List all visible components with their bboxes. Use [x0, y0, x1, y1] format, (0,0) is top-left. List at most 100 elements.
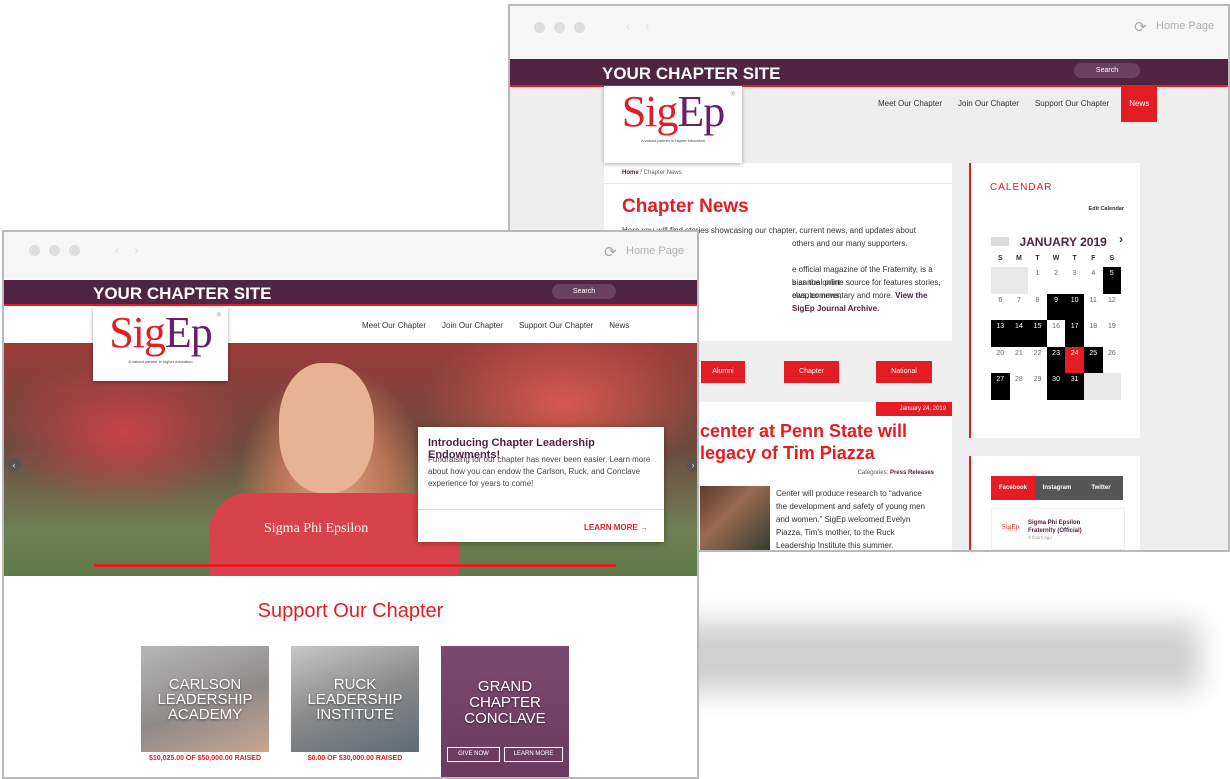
back-forward-icon[interactable]: ‹ ›	[115, 243, 144, 257]
calendar-day[interactable]: 30	[1046, 373, 1066, 400]
calendar-day[interactable]: 8	[1028, 294, 1047, 321]
calendar-day[interactable]: 1	[1028, 267, 1047, 294]
calendar-day[interactable]: 29	[1028, 373, 1047, 400]
close-dot[interactable]	[534, 22, 545, 33]
calendar-day[interactable]: 22	[1028, 347, 1047, 374]
nav-meet[interactable]: Meet Our Chapter	[878, 99, 942, 108]
carousel-prev-icon[interactable]: ‹	[7, 458, 21, 472]
nav-news[interactable]: News	[609, 321, 629, 330]
calendar-day[interactable]: 20	[991, 347, 1010, 374]
search-input[interactable]: Search	[552, 284, 616, 299]
reload-icon[interactable]: ⟳	[604, 243, 617, 261]
minimize-dot[interactable]	[49, 245, 60, 256]
article-body: Center will produce research to “advance…	[776, 487, 925, 550]
post-avatar: SigEp	[1002, 523, 1019, 531]
site-header-bar: YOUR CHAPTER SITE Search	[4, 280, 697, 306]
article-photo[interactable]	[700, 486, 770, 550]
tab-instagram[interactable]: Instagram	[1035, 476, 1079, 500]
article-body-line: Leadership Institute this summer.	[776, 541, 894, 550]
calendar-day[interactable]: 18	[1084, 320, 1103, 347]
calendar-day[interactable]: 15	[1028, 320, 1047, 347]
calendar-day[interactable]: 10	[1065, 293, 1084, 320]
tile-title: RUCK	[333, 676, 377, 693]
nav-support[interactable]: Support Our Chapter	[519, 321, 593, 330]
sigep-logo[interactable]: SigEp A valued partner in higher educati…	[604, 86, 742, 163]
close-dot[interactable]	[29, 245, 40, 256]
calendar-title: CALENDAR	[990, 182, 1053, 193]
tile-carlson[interactable]: CARLSON LEADERSHIP ACADEMY	[141, 646, 269, 752]
category-link[interactable]: Press Releases	[890, 470, 934, 476]
tab-facebook[interactable]: Facebook	[991, 476, 1035, 500]
window-controls	[534, 22, 585, 33]
calendar-day[interactable]: 28	[1010, 373, 1029, 400]
calendar-day[interactable]: 26	[1103, 347, 1122, 374]
nav-join[interactable]: Join Our Chapter	[442, 321, 503, 330]
article-title-line-2[interactable]: legacy of Tim Piazza	[700, 442, 875, 464]
maximize-dot[interactable]	[69, 245, 80, 256]
filter-chapter[interactable]: Chapter	[784, 361, 839, 383]
learn-more-label: LEARN MORE	[583, 523, 638, 532]
nav-support[interactable]: Support Our Chapter	[1035, 99, 1109, 108]
calendar-day[interactable]: 7	[1010, 294, 1029, 321]
nav-join[interactable]: Join Our Chapter	[958, 99, 1019, 108]
post-name-line-2: Fraternity (Official)	[1028, 528, 1082, 534]
calendar-dow: F	[1091, 255, 1096, 262]
calendar-day[interactable]: 27	[991, 373, 1010, 400]
calendar-day[interactable]: 14	[1009, 320, 1029, 347]
calendar-day[interactable]: 25	[1083, 346, 1103, 373]
window-controls	[29, 245, 80, 256]
edit-calendar-link[interactable]: Edit Calendar	[1089, 206, 1124, 212]
tile-title: ACADEMY	[167, 706, 243, 723]
facebook-post[interactable]: SigEp Sigma Phi Epsilon Fraternity (Offi…	[991, 508, 1125, 550]
calendar-day[interactable]: 24	[1065, 346, 1084, 373]
calendar-day[interactable]: 16	[1047, 320, 1066, 347]
calendar-prev-button[interactable]	[991, 237, 1009, 247]
back-forward-icon[interactable]: ‹ ›	[626, 19, 655, 33]
tile-ruck[interactable]: RUCK LEADERSHIP INSTITUTE	[291, 646, 419, 752]
calendar-day[interactable]: 17	[1065, 320, 1084, 347]
calendar-day[interactable]: 5	[1102, 267, 1122, 294]
give-now-button[interactable]: GIVE NOW	[447, 747, 500, 762]
support-heading: Support Our Chapter	[257, 600, 444, 622]
nav-meet[interactable]: Meet Our Chapter	[362, 321, 426, 330]
minimize-dot[interactable]	[554, 22, 565, 33]
calendar-day[interactable]: 4	[1084, 267, 1103, 294]
breadcrumb: Home / Chapter News	[622, 170, 682, 176]
calendar-day[interactable]: 3	[1065, 267, 1084, 294]
calendar-day[interactable]: 23	[1046, 346, 1066, 373]
calendar-day[interactable]: 12	[1103, 294, 1122, 321]
article-title-line-1[interactable]: center at Penn State will	[700, 420, 907, 442]
calendar-day[interactable]: 21	[1010, 347, 1029, 374]
nav-news[interactable]: News	[1121, 85, 1158, 122]
calendar-next-button[interactable]: ›	[1119, 232, 1123, 246]
logo-tagline: A valued partner in higher education	[640, 138, 706, 143]
maximize-dot[interactable]	[574, 22, 585, 33]
site-title[interactable]: YOUR CHAPTER SITE	[93, 284, 272, 304]
calendar-day[interactable]: 31	[1065, 373, 1084, 400]
tab-twitter[interactable]: Twitter	[1079, 476, 1123, 500]
article-body-line: Center will produce research to “advance	[776, 489, 922, 498]
search-input[interactable]: Search	[1074, 63, 1140, 78]
logo-ep: Ep	[677, 87, 725, 136]
callout-divider	[418, 509, 664, 510]
calendar-dow: S	[1109, 255, 1115, 262]
tile-title: INSTITUTE	[316, 706, 394, 723]
reload-icon[interactable]: ⟳	[1134, 18, 1147, 36]
learn-more-link[interactable]: LEARN MORE →	[584, 523, 648, 532]
calendar-grid: S M T W T F S 1 2 3 4 5 6 7 8 9 10 11 12 13 14 15 16 17 18 19 20 21…	[991, 251, 1122, 400]
filter-national[interactable]: National	[876, 361, 932, 383]
calendar-day[interactable]: 19	[1103, 320, 1122, 347]
filter-alumni[interactable]: Alumni	[701, 361, 745, 383]
sigep-logo[interactable]: SigEp A valued partner in higher educati…	[93, 307, 228, 381]
calendar-day[interactable]: 6	[991, 294, 1010, 321]
site-title[interactable]: YOUR CHAPTER SITE	[602, 64, 781, 84]
tile-learn-more-button[interactable]: LEARN MORE	[504, 747, 563, 762]
calendar-day[interactable]: 11	[1084, 294, 1103, 321]
calendar-day[interactable]: 13	[991, 320, 1010, 347]
calendar-day[interactable]: 9	[1046, 293, 1066, 320]
breadcrumb-home[interactable]: Home	[622, 170, 639, 176]
address-bar[interactable]: Home Page	[1156, 20, 1214, 32]
carousel-next-icon[interactable]: ›	[686, 458, 697, 472]
calendar-day[interactable]: 2	[1047, 267, 1066, 294]
address-bar[interactable]: Home Page	[626, 245, 684, 257]
